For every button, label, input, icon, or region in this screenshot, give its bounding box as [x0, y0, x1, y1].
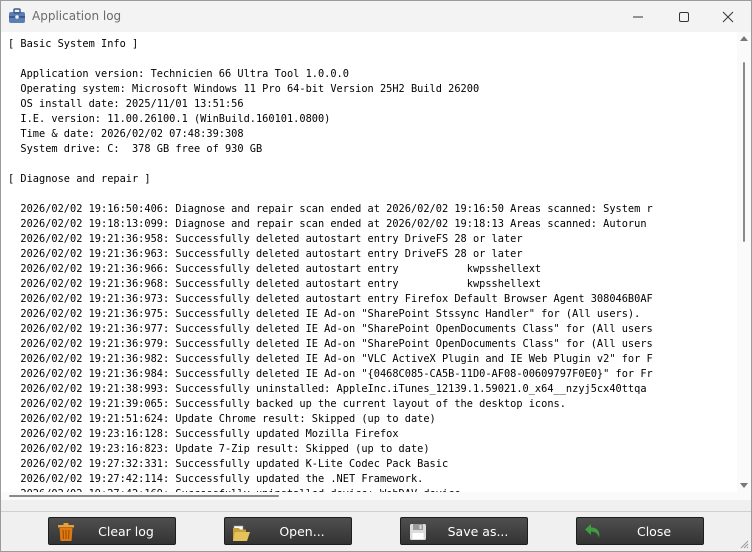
trash-icon	[58, 523, 74, 541]
log-text-area[interactable]: [ Basic System Info ] Application versio…	[1, 32, 751, 500]
open-label: Open...	[279, 524, 325, 539]
save-as-label: Save as...	[447, 524, 509, 539]
scroll-up-arrow-icon[interactable]	[740, 36, 748, 41]
log-content[interactable]: [ Basic System Info ] Application versio…	[8, 37, 735, 492]
horizontal-scrollbar[interactable]	[1, 492, 737, 500]
clear-log-label: Clear log	[98, 524, 154, 539]
scrollbar-corner	[737, 492, 751, 500]
maximize-icon	[679, 11, 689, 22]
toolbox-icon	[9, 8, 25, 23]
maximize-button[interactable]	[661, 1, 707, 32]
window-title: Application log	[32, 9, 122, 23]
application-log-window: Application log [ Basic System Info ] Ap…	[0, 0, 752, 552]
horizontal-scroll-thumb[interactable]	[9, 495, 279, 497]
close-label: Close	[636, 524, 672, 539]
minimize-button[interactable]	[615, 1, 661, 32]
clear-log-button[interactable]: Clear log	[48, 517, 176, 545]
title-bar[interactable]: Application log	[1, 1, 751, 32]
button-bar: Clear log Open... Save as... Close	[1, 512, 751, 551]
close-icon	[722, 11, 734, 22]
close-window-button[interactable]	[705, 1, 751, 32]
vertical-scrollbar[interactable]	[737, 32, 751, 492]
folder-open-icon	[233, 525, 250, 541]
save-as-button[interactable]: Save as...	[400, 517, 528, 545]
close-button[interactable]: Close	[576, 517, 704, 545]
open-button[interactable]: Open...	[224, 517, 352, 545]
minimize-icon	[633, 16, 643, 17]
back-arrow-icon	[585, 524, 600, 538]
floppy-disk-icon	[410, 524, 426, 540]
scroll-down-arrow-icon[interactable]	[740, 483, 748, 488]
vertical-scroll-thumb[interactable]	[743, 62, 745, 242]
resize-grip-icon[interactable]	[739, 539, 749, 549]
